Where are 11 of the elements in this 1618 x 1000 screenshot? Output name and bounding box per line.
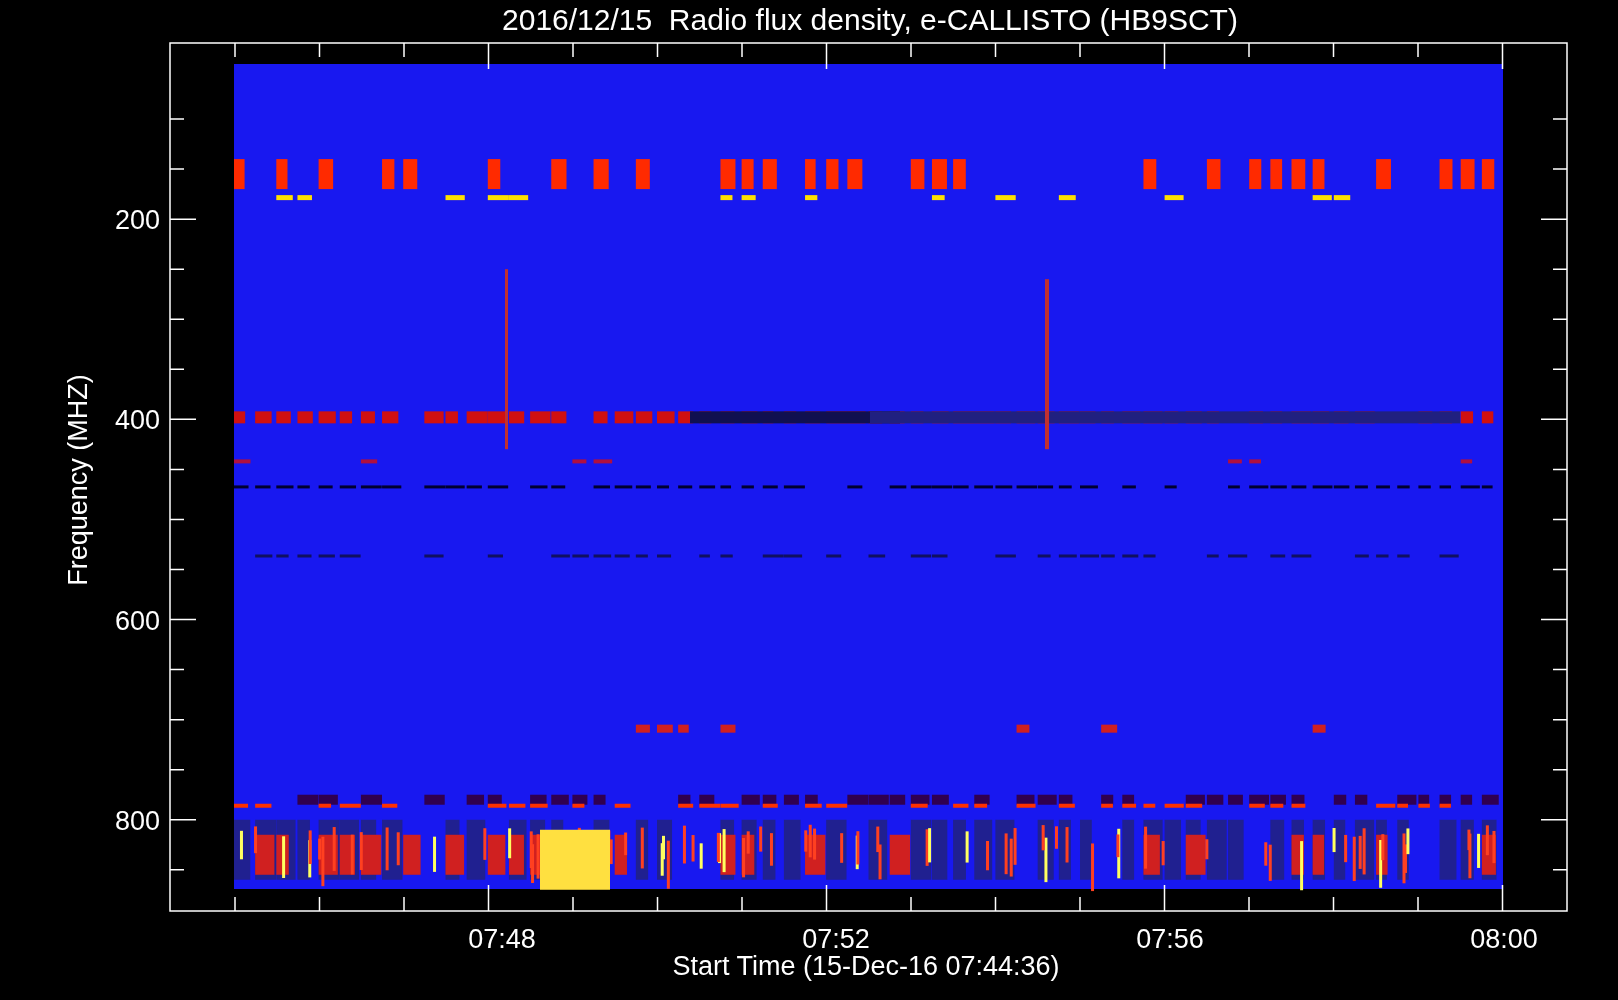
chart-title: 2016/12/15 Radio flux density, e-CALLISTO (HB9SCT)	[502, 3, 1238, 36]
y-tick-label: 400	[114, 405, 160, 436]
y-tick-label: 800	[114, 805, 160, 836]
x-tick-label: 07:48	[468, 924, 536, 954]
x-tick-label: 07:52	[802, 924, 870, 954]
y-tick-label: 600	[114, 605, 160, 636]
x-tick-label: 07:56	[1136, 924, 1204, 954]
y-axis-label: Frequency (MHZ)	[63, 374, 93, 586]
y-tick-label: 200	[114, 205, 160, 236]
x-tick-label: 08:00	[1470, 924, 1538, 954]
x-axis-label: Start Time (15-Dec-16 07:44:36)	[672, 951, 1060, 981]
